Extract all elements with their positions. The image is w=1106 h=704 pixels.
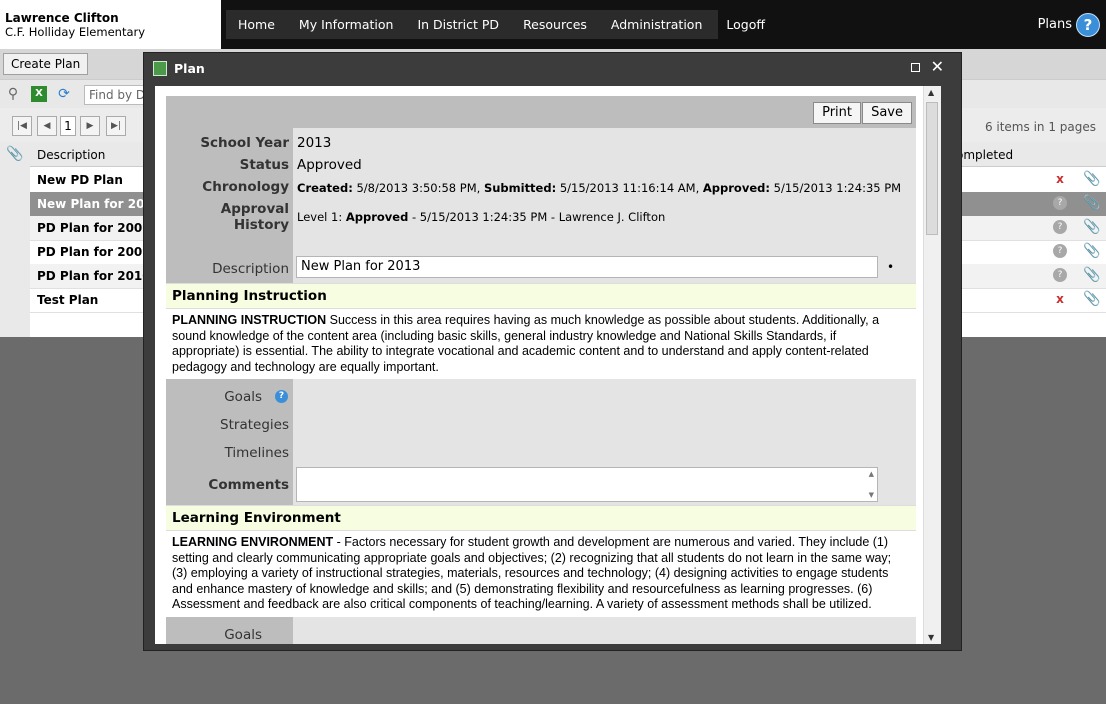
plan-form: Print Save School Year 2013 Status Appro… [166,96,916,644]
maximize-icon[interactable] [911,63,920,72]
section-learning-environment: Learning Environment [166,505,916,531]
submitted-value: 5/15/2013 11:16:14 AM, [559,181,700,195]
pending-icon: ? [1053,220,1067,234]
status-value: Approved [297,157,362,173]
dialog-scrollbar[interactable]: ▲ ▼ [923,86,941,644]
filter-icon[interactable]: ⚲ [5,86,21,102]
user-info: Lawrence Clifton C.F. Holliday Elementar… [0,0,221,49]
print-button[interactable]: Print [813,102,861,124]
status-label: Status [239,157,289,173]
nav-home[interactable]: Home [226,17,287,32]
section-title: Learning Environment [172,510,341,526]
section-title: Planning Instruction [172,288,327,304]
help-icon[interactable]: ? [1076,13,1100,37]
approval-history-value: Level 1: Approved - 5/15/2013 1:24:35 PM… [297,210,665,224]
plan-info: School Year 2013 Status Approved Chronol… [166,128,916,253]
description-row: Description New Plan for 2013 • [166,253,916,283]
approved-label: Approved: [702,181,770,195]
strategies-label: Strategies [220,417,289,433]
school-year-label: School Year [200,135,289,151]
section-description: LEARNING ENVIRONMENT - Factors necessary… [166,531,916,617]
top-bar: Home My Information In District PD Resou… [221,0,1106,49]
history-level: Level 1: [297,210,343,224]
refresh-icon[interactable]: ⟳ [56,86,72,102]
next-page-icon[interactable]: ▶ [80,116,100,136]
pending-icon: ? [1053,268,1067,282]
column-description[interactable]: Description [37,148,105,162]
scroll-up-icon[interactable]: ▲ [928,88,934,97]
nav-administration[interactable]: Administration [599,17,714,32]
plans-label: Plans [1037,17,1072,32]
incomplete-x-icon: x [1056,172,1064,186]
main-nav: Home My Information In District PD Resou… [226,10,765,39]
nav-in-district-pd[interactable]: In District PD [405,17,511,32]
chronology-value: Created: 5/8/2013 3:50:58 PM, Submitted:… [297,181,901,195]
pending-icon: ? [1053,196,1067,210]
first-page-icon[interactable]: |◀ [12,116,32,136]
required-marker: • [887,260,895,274]
scroll-down-icon[interactable]: ▼ [928,633,934,642]
attachment-header-icon: 📎 [6,146,24,162]
scroll-down-arrow-icon[interactable]: ▼ [869,491,874,499]
nav-my-information[interactable]: My Information [287,17,406,32]
attachment-icon[interactable]: 📎 [1083,220,1100,234]
attachment-icon[interactable]: 📎 [1083,268,1100,282]
created-value: 5/8/2013 3:50:58 PM, [356,181,481,195]
attachment-icon[interactable]: 📎 [1083,172,1100,186]
nav-resources[interactable]: Resources [511,17,599,32]
section-planning-instruction: Planning Instruction [166,283,916,309]
excel-export-icon[interactable]: X [31,86,47,102]
goals-label: Goals [224,389,262,405]
submitted-label: Submitted: [483,181,557,195]
form-actions: Print Save [166,96,916,128]
learning-fields: Goals [166,616,916,644]
row-description: Test Plan [37,293,99,307]
section-lead: PLANNING INSTRUCTION [172,313,327,327]
approved-value: 5/15/2013 1:24:35 PM [773,181,902,195]
create-plan-button[interactable]: Create Plan [3,53,89,75]
history-status: Approved [345,210,409,224]
description-input[interactable]: New Plan for 2013 [296,256,878,278]
dialog-title: Plan [174,61,205,76]
approval-history-label-line1: Approval [220,201,289,217]
school-year-value: 2013 [297,135,332,151]
created-label: Created: [297,181,353,195]
comments-textarea[interactable]: ▲ ▼ [296,467,878,502]
scroll-up-arrow-icon[interactable]: ▲ [869,470,874,478]
nav-logoff[interactable]: Logoff [714,17,777,32]
goals-help-icon[interactable]: ? [275,390,288,403]
approval-history-label-line2: History [233,217,289,233]
history-detail: - 5/15/2013 1:24:35 PM - Lawrence J. Cli… [408,210,666,224]
last-page-icon[interactable]: ▶| [106,116,126,136]
row-description: New PD Plan [37,173,123,187]
current-page[interactable]: 1 [60,116,76,136]
prev-page-icon[interactable]: ◀ [37,116,57,136]
column-completed[interactable]: ompleted [956,148,1013,162]
description-label: Description [212,261,289,277]
comments-label: Comments [208,477,289,493]
school-name: C.F. Holliday Elementary [5,25,146,39]
goals-label: Goals [224,626,262,643]
row-selector-strip [0,166,30,337]
scrollbar-thumb[interactable] [926,102,938,235]
save-button[interactable]: Save [862,102,912,124]
section-description: PLANNING INSTRUCTION Success in this are… [166,309,916,379]
attachment-icon[interactable]: 📎 [1083,196,1100,210]
dialog-form-icon [153,61,167,76]
approval-history-label: Approval History [166,201,289,233]
timelines-label: Timelines [224,445,289,461]
user-name: Lawrence Clifton [5,11,119,25]
attachment-icon[interactable]: 📎 [1083,292,1100,306]
incomplete-x-icon: x [1056,292,1064,306]
dialog-body: Print Save School Year 2013 Status Appro… [155,86,941,644]
chronology-label: Chronology [202,179,289,195]
planning-fields: Goals ? Strategies Timelines Comments ▲ … [166,379,916,505]
items-summary: 6 items in 1 pages [984,120,1096,134]
close-icon[interactable]: ✕ [931,57,944,76]
pending-icon: ? [1053,244,1067,258]
section-lead: LEARNING ENVIRONMENT [172,535,334,549]
attachment-icon[interactable]: 📎 [1083,244,1100,258]
plan-dialog: Plan ✕ Print Save School Year 2013 Statu… [143,52,962,651]
